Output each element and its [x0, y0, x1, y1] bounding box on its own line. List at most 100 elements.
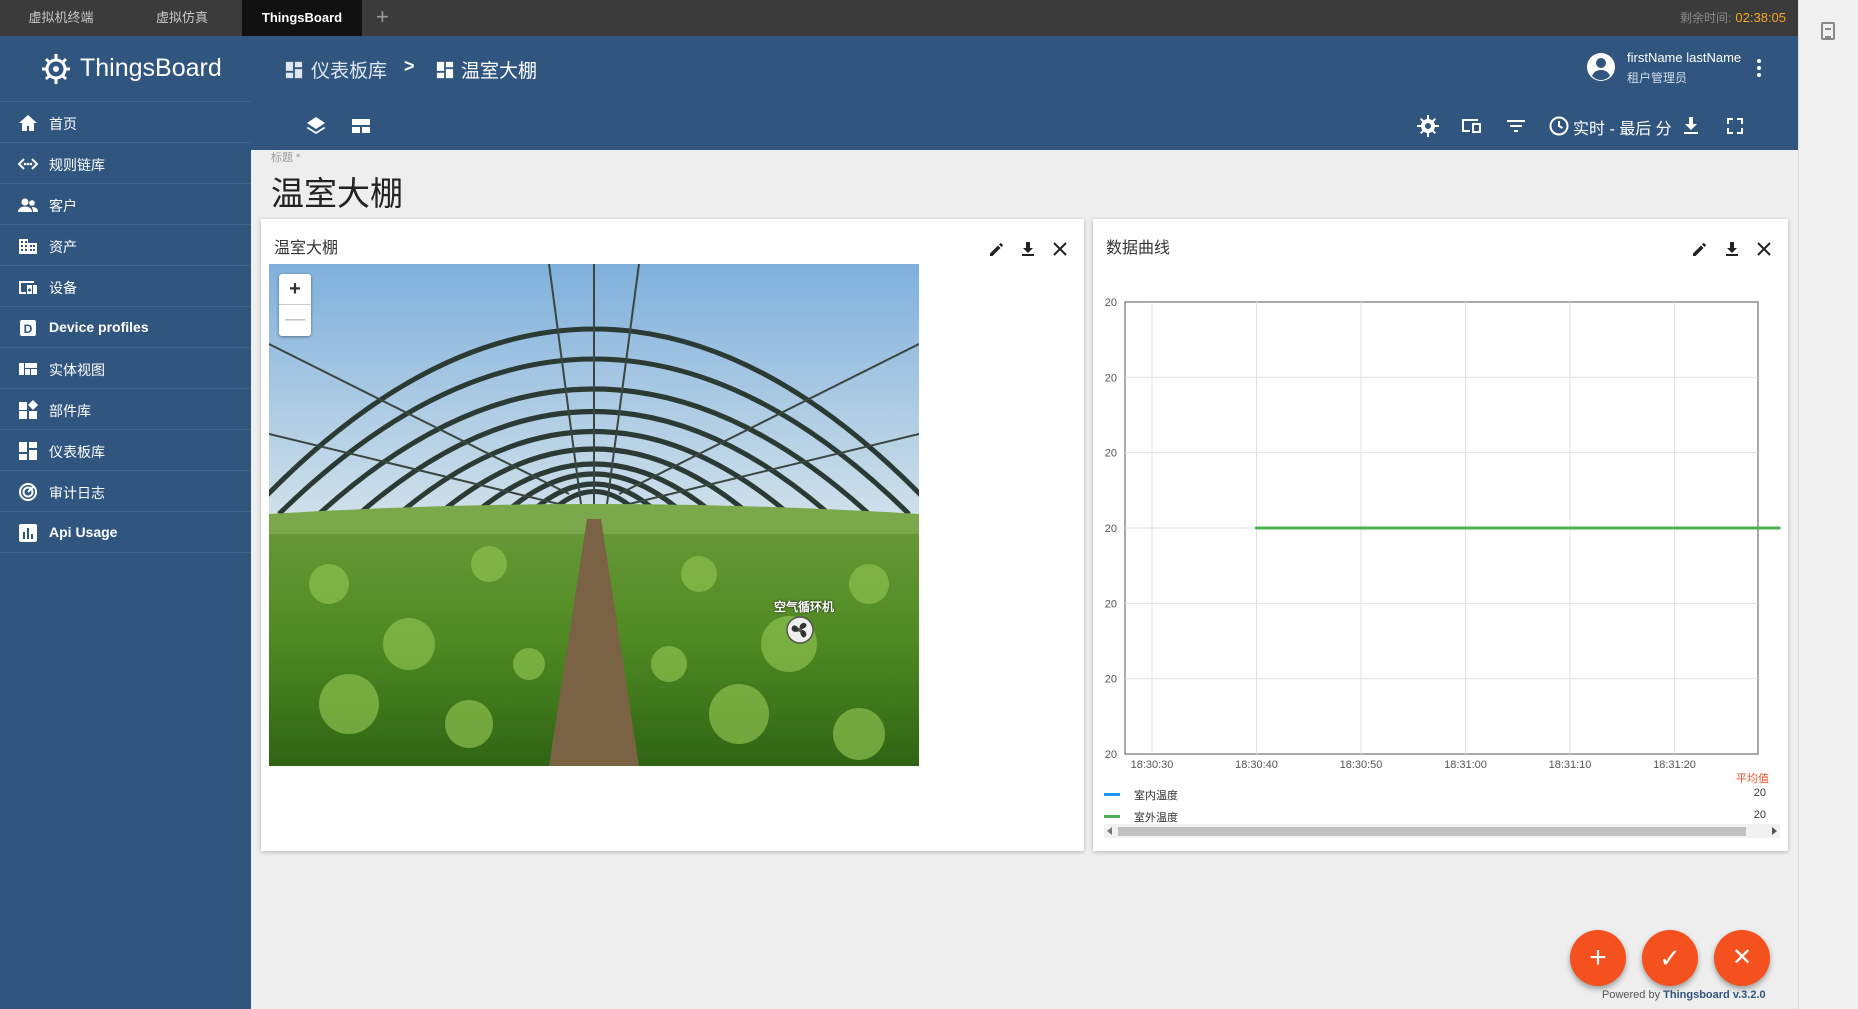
sidebar-item-home[interactable]: 首页 — [0, 102, 251, 143]
settings-icon[interactable] — [1416, 114, 1440, 138]
widgets-icon — [19, 400, 38, 419]
data-curve-widget: 数据曲线 18:30:30 18:30:40 18:30:50 18:31:00 18:… — [1093, 219, 1788, 851]
sidebar-item-label: 部件库 — [49, 403, 91, 419]
x-tick-label: 18:31:00 — [1444, 759, 1487, 771]
sidebar-item-label: 实体视图 — [49, 362, 105, 378]
y-tick-label: 20 — [1105, 372, 1117, 384]
remaining-time-label: 剩余时间: — [1680, 11, 1732, 25]
sidebar-item-label: 设备 — [49, 280, 77, 296]
dashboard-title[interactable]: 温室大棚 — [271, 167, 403, 215]
sidebar-item-label: Api Usage — [49, 524, 118, 540]
sidebar-item-rule-chains[interactable]: 规则链库 — [0, 143, 251, 184]
thingsboard-version-link[interactable]: Thingsboard v.3.2.0 — [1663, 989, 1766, 1001]
tab-thingsboard[interactable]: ThingsBoard — [242, 0, 362, 36]
sidebar-item-label: 资产 — [49, 239, 77, 255]
document-icon[interactable] — [1821, 22, 1835, 40]
sidebar-item-label: 首页 — [49, 116, 77, 132]
sidebar-item-label: 客户 — [49, 198, 77, 214]
tab-simulation[interactable]: 虚拟仿真 — [122, 0, 242, 36]
dashboards-icon — [19, 442, 37, 460]
sidebar-item-label: 审计日志 — [49, 485, 105, 501]
sidebar-menu: 首页 规则链库 客户 资产 设备 D Device profiles 实体视图 — [0, 102, 251, 553]
device-profile-icon: D — [20, 320, 36, 336]
y-tick-label: 20 — [1105, 674, 1117, 686]
y-tick-label: 20 — [1105, 448, 1117, 460]
domain-icon — [19, 239, 37, 254]
dashboards-icon — [285, 61, 303, 79]
more-vert-icon[interactable] — [1756, 58, 1762, 78]
sidebar-item-devices[interactable]: 设备 — [0, 266, 251, 307]
filter-list-icon[interactable] — [1504, 114, 1528, 138]
download-icon[interactable] — [1679, 114, 1703, 138]
legend-label: 室外温度 — [1134, 812, 1178, 824]
add-tab-button[interactable]: + — [376, 0, 389, 36]
timewindow-button[interactable]: 实时 - 最后 分 — [1573, 115, 1672, 139]
account-circle-icon[interactable] — [1586, 52, 1616, 82]
tab-vm-terminal[interactable]: 虚拟机终端 — [0, 0, 122, 36]
browser-tab-strip: 虚拟机终端 虚拟仿真 ThingsBoard + 剩余时间: 02:38:05 — [0, 0, 1858, 36]
y-tick-label: 20 — [1105, 598, 1117, 610]
view-stream-icon[interactable] — [349, 114, 373, 138]
remaining-time-value: 02:38:05 — [1735, 10, 1786, 25]
legend-item-indoor[interactable]: 室内温度 20 — [1104, 786, 1774, 802]
sidebar-item-entity-views[interactable]: 实体视图 — [0, 348, 251, 389]
legend-item-outdoor[interactable]: 室外温度 20 — [1104, 808, 1774, 824]
insert-chart-icon — [19, 524, 37, 542]
edit-icon[interactable] — [1690, 239, 1710, 259]
download-icon[interactable] — [1018, 239, 1038, 259]
legend-average-value: 20 — [1753, 809, 1766, 821]
scroll-left-icon[interactable] — [1106, 827, 1114, 835]
sidebar-item-device-profiles[interactable]: D Device profiles — [0, 307, 251, 348]
y-tick-label: 20 — [1105, 297, 1117, 309]
greenhouse-image-map[interactable]: + — 空气循环机 — [269, 264, 919, 766]
sidebar-item-assets[interactable]: 资产 — [0, 225, 251, 266]
legend-label: 室内温度 — [1134, 790, 1178, 802]
brand[interactable]: ThingsBoard — [0, 36, 251, 102]
save-button[interactable]: ✓ — [1642, 930, 1698, 986]
sidebar-item-api-usage[interactable]: Api Usage — [0, 512, 251, 553]
title-field-label: 标题 * — [271, 152, 301, 164]
fullscreen-icon[interactable] — [1723, 114, 1747, 138]
y-tick-label: 20 — [1105, 523, 1117, 535]
layers-icon[interactable] — [304, 114, 328, 138]
breadcrumb-dashboards[interactable]: 仪表板库 — [311, 56, 387, 83]
sidebar-item-dashboards[interactable]: 仪表板库 — [0, 430, 251, 471]
right-side-panel — [1798, 0, 1858, 1009]
fan-icon[interactable] — [786, 616, 814, 644]
supervisor-account-icon — [18, 198, 38, 212]
sidebar-item-widgets-library[interactable]: 部件库 — [0, 389, 251, 430]
zoom-in-button[interactable]: + — [279, 274, 311, 305]
legend-swatch — [1104, 815, 1120, 818]
view-quilt-icon — [19, 363, 37, 375]
edit-icon[interactable] — [987, 239, 1007, 259]
marker-label: 空气循环机 — [774, 600, 835, 614]
sidebar-item-label: 规则链库 — [49, 157, 105, 173]
breadcrumb-current: 温室大棚 — [461, 61, 538, 82]
devices-icon[interactable] — [1460, 114, 1484, 138]
legend-average-value: 20 — [1753, 787, 1766, 799]
legend-horizontal-scrollbar[interactable] — [1104, 824, 1780, 838]
sidebar-item-customers[interactable]: 客户 — [0, 184, 251, 225]
powered-by-footer: Powered by Thingsboard v.3.2.0 — [1602, 989, 1766, 1001]
sidebar-item-label: Device profiles — [49, 319, 149, 335]
greenhouse-photo — [269, 264, 919, 766]
close-icon[interactable] — [1050, 239, 1070, 259]
user-role: 租户管理员 — [1627, 71, 1688, 85]
sidebar-item-audit-logs[interactable]: 审计日志 — [0, 471, 251, 512]
map-zoom-control: + — — [279, 274, 311, 336]
x-tick-label: 18:31:10 — [1549, 759, 1592, 771]
svg-text:D: D — [24, 322, 33, 336]
user-name: firstName lastName — [1627, 50, 1742, 65]
add-widget-button[interactable]: + — [1570, 930, 1626, 986]
close-icon[interactable] — [1754, 239, 1774, 259]
zoom-out-button[interactable]: — — [279, 305, 311, 336]
settings-ethernet-icon — [18, 158, 38, 170]
scroll-right-icon[interactable] — [1770, 827, 1778, 835]
track-changes-icon — [19, 483, 37, 501]
scrollbar-thumb[interactable] — [1118, 827, 1746, 836]
cancel-button[interactable]: ✕ — [1714, 930, 1770, 986]
line-chart[interactable]: 18:30:30 18:30:40 18:30:50 18:31:00 18:31:10… — [1093, 259, 1788, 779]
dashboards-icon — [436, 61, 454, 79]
download-icon[interactable] — [1722, 239, 1742, 259]
legend-swatch — [1104, 793, 1120, 796]
